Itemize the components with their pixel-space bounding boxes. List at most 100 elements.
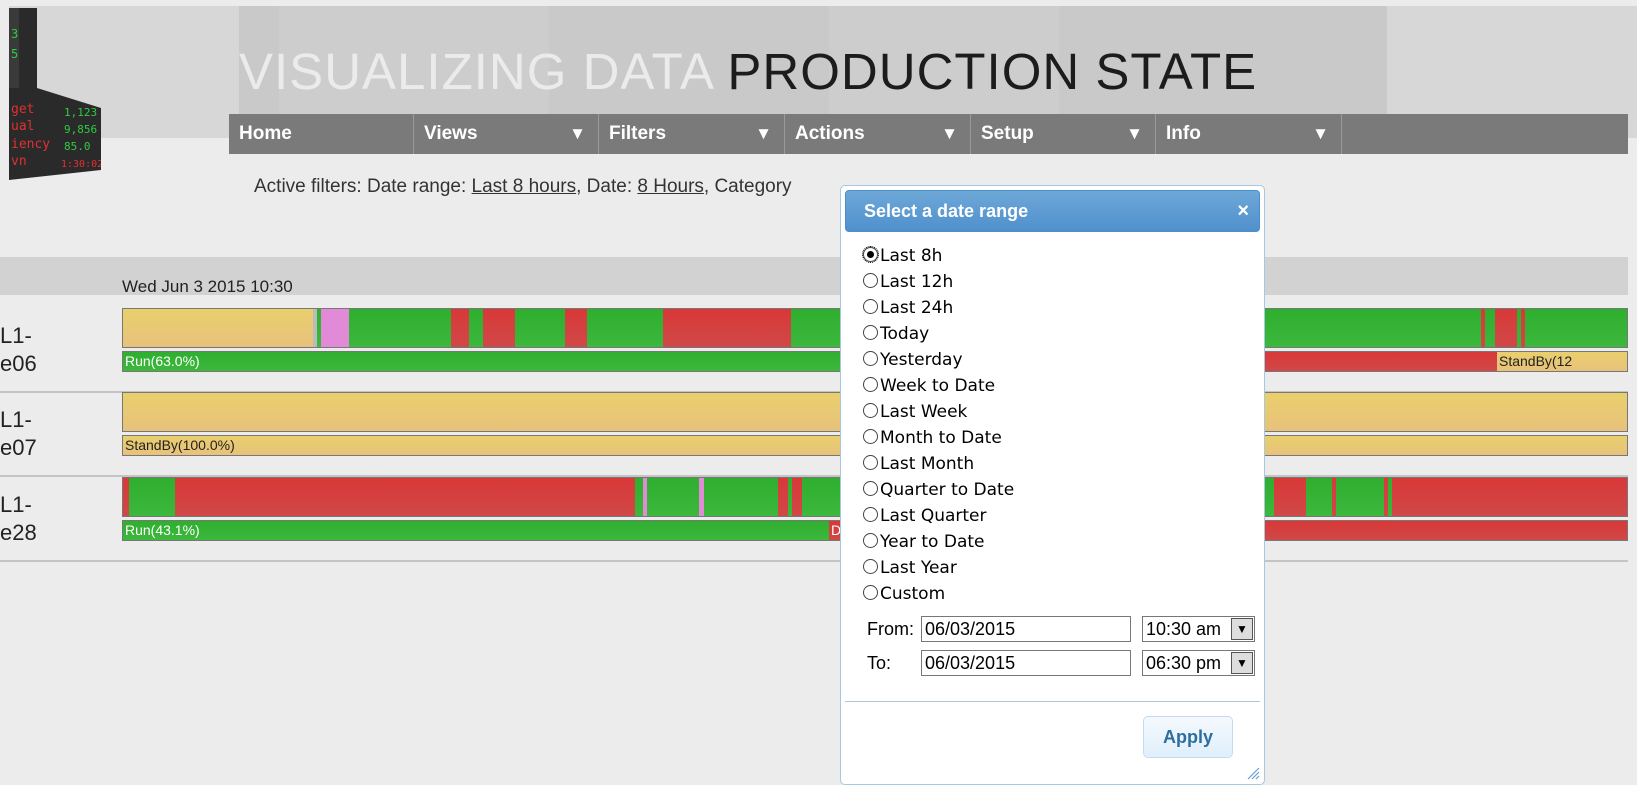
radio-last-quarter[interactable]: Last Quarter [863,506,987,530]
radio-week-to-date[interactable]: Week to Date [863,376,995,400]
segment-run [647,478,699,516]
summary-standby-label: StandBy(12 [1499,353,1573,369]
machine-label-e06[interactable]: L1- e06 [0,322,110,378]
segment-run [802,478,812,516]
segment-down [1392,478,1627,516]
radio-last-24h[interactable]: Last 24h [863,298,953,322]
dialog-titlebar[interactable]: Select a date range × [845,190,1260,232]
menu-setup-label: Setup [981,123,1034,144]
segment-standby [123,309,313,347]
to-time-select[interactable]: 06:30 pm ▼ [1142,650,1255,676]
summary-run-label: Run(63.0%) [125,353,200,369]
menu-views[interactable]: Views ▼ [414,114,599,154]
radio-custom[interactable]: Custom [863,584,945,608]
active-filters-prefix: Active filters: Date range: [254,176,472,197]
menu-setup[interactable]: Setup ▼ [971,114,1156,154]
scoreboard-logo: 3 5 get 1,123 ual 9,856 iency 85.0 vn 1:… [9,8,101,180]
close-icon[interactable]: × [1237,191,1249,231]
segment-run [1306,478,1332,516]
menu-views-label: Views [424,123,478,144]
category-sep: , Category [703,176,792,197]
radio-button[interactable] [863,299,878,314]
radio-button[interactable] [863,351,878,366]
segment-down [175,478,635,516]
segment-down [1495,309,1517,347]
radio-label: Month to Date [880,428,1002,448]
radio-button[interactable] [863,455,878,470]
radio-year-to-date[interactable]: Year to Date [863,532,985,556]
radio-last-month[interactable]: Last Month [863,454,974,478]
chevron-down-icon[interactable]: ▼ [1231,618,1253,640]
menu-actions-label: Actions [795,123,865,144]
radio-button[interactable] [863,507,878,522]
radio-button[interactable] [863,585,878,600]
segment-run [1336,478,1384,516]
segment-run [515,309,565,347]
segment-run [1485,309,1495,347]
radio-button[interactable] [863,559,878,574]
summary-run [123,352,883,371]
date-range-filter-link[interactable]: Last 8 hours [472,176,577,197]
radio-today[interactable]: Today [863,324,929,348]
radio-label: Last Year [880,558,957,578]
radio-label: Quarter to Date [880,480,1015,500]
radio-last-8h[interactable]: Last 8h [862,246,942,270]
date-range-dialog: Select a date range × Last 8h Last 12h L… [840,185,1265,785]
radio-button[interactable] [863,377,878,392]
segment-run [1525,309,1627,347]
menu-home[interactable]: Home [229,114,414,154]
menu-actions[interactable]: Actions ▼ [785,114,971,154]
apply-button[interactable]: Apply [1143,716,1233,758]
logo-line-0-value: 1,123 [64,106,97,119]
radio-button[interactable] [863,429,878,444]
resize-grip-icon[interactable] [1246,766,1260,780]
radio-button[interactable] [863,273,878,288]
radio-label: Week to Date [880,376,996,396]
from-time-select[interactable]: 10:30 am ▼ [1142,616,1255,642]
date-filter-link[interactable]: 8 Hours [637,176,704,197]
radio-last-week[interactable]: Last Week [863,402,967,426]
timeline-start-label: Wed Jun 3 2015 10:30 [122,277,293,296]
radio-yesterday[interactable]: Yesterday [863,350,963,374]
from-label: From: [867,619,914,639]
segment-down [451,309,469,347]
machine-label-line2: e07 [0,435,37,460]
radio-label: Year to Date [880,532,985,552]
dialog-divider [845,701,1260,702]
menu-info-label: Info [1166,123,1201,144]
radio-label: Last Week [880,402,968,422]
radio-last-year[interactable]: Last Year [863,558,957,582]
from-time-value: 10:30 am [1146,619,1222,639]
machine-label-line1: L1- [0,407,32,432]
segment-run [635,478,643,516]
to-date-field[interactable]: 06/03/2015 [921,650,1131,676]
menu-info[interactable]: Info ▼ [1156,114,1342,154]
radio-last-12h[interactable]: Last 12h [863,272,953,296]
summary-run-label: Run(43.1%) [125,522,200,538]
radio-button[interactable] [863,533,878,548]
radio-button[interactable] [863,481,878,496]
machine-label-e28[interactable]: L1- e28 [0,491,110,547]
logo-line-1-label: ual [11,119,34,134]
to-label: To: [867,653,892,673]
machine-label-line2: e06 [0,351,37,376]
to-time-value: 06:30 pm [1146,653,1222,673]
radio-button-checked[interactable] [862,246,879,263]
svg-text:5: 5 [11,47,18,61]
from-date-field[interactable]: 06/03/2015 [921,616,1131,642]
logo-line-2-value: 85.0 [64,140,91,153]
radio-month-to-date[interactable]: Month to Date [863,428,1002,452]
radio-button[interactable] [863,325,878,340]
radio-button[interactable] [863,403,878,418]
chevron-down-icon[interactable]: ▼ [1231,652,1253,674]
segment-run [704,478,716,516]
summary-standby-label: StandBy(100.0%) [125,437,235,453]
radio-quarter-to-date[interactable]: Quarter to Date [863,480,1014,504]
machine-label-e07[interactable]: L1- e07 [0,406,110,462]
radio-label: Today [880,324,930,344]
logo-line-2-label: iency [11,137,50,152]
menu-filters[interactable]: Filters ▼ [599,114,785,154]
logo-line-3-label: vn [11,154,27,169]
chevron-down-icon: ▼ [755,124,772,143]
radio-label: Custom [880,584,946,604]
